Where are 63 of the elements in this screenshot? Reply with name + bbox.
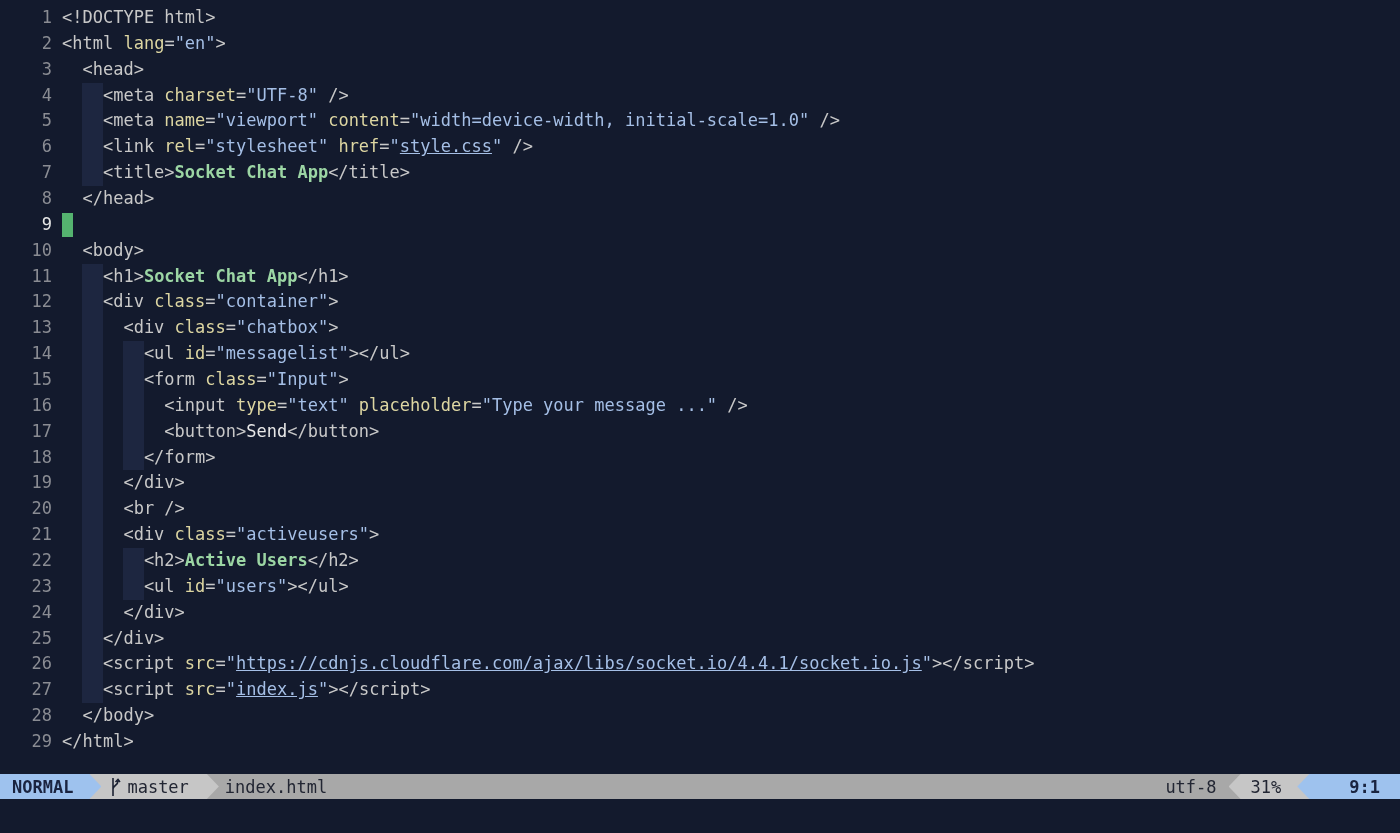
line-number: 15 bbox=[30, 368, 52, 392]
line-number: 16 bbox=[30, 393, 52, 417]
code-line: <ul id="users"></ul> bbox=[62, 573, 349, 600]
line-number: 13 bbox=[30, 316, 52, 340]
line-number: 6 bbox=[40, 135, 52, 159]
code-line: <title>Socket Chat App</title> bbox=[62, 160, 410, 186]
line-number: 22 bbox=[30, 549, 52, 573]
code-line: <h1>Socket Chat App</h1> bbox=[62, 263, 349, 290]
line-number: 24 bbox=[30, 600, 52, 624]
code-line: <h2>Active Users</h2> bbox=[62, 548, 359, 574]
line-number: 10 bbox=[30, 238, 52, 262]
line-number: 11 bbox=[30, 264, 52, 288]
line-number: 14 bbox=[30, 342, 52, 366]
code-line: </div> bbox=[62, 625, 165, 652]
code-line: </body> bbox=[81, 704, 155, 728]
code-line: <head> bbox=[81, 57, 144, 81]
mode-indicator: NORMAL bbox=[0, 774, 102, 799]
code-line: <div class="chatbox"> bbox=[62, 315, 339, 342]
code-line: </head> bbox=[81, 187, 155, 210]
line-number: 20 bbox=[30, 497, 52, 521]
code-line: <script src="https://cdnjs.cloudflare.com/ajax/libs/socket.io/4.4.1/socket.io.js"></script> bbox=[62, 651, 1035, 678]
line-number: 26 bbox=[30, 652, 52, 676]
line-number: 8 bbox=[40, 187, 52, 210]
code-line: </div> bbox=[62, 470, 185, 497]
line-number: 18 bbox=[30, 445, 52, 469]
code-line: <meta charset="UTF-8" /> bbox=[62, 82, 349, 109]
line-number: 17 bbox=[30, 419, 52, 443]
line-number: 7 bbox=[40, 161, 52, 185]
code-line: <div class="container"> bbox=[62, 289, 339, 316]
code-line: <div class="activeusers"> bbox=[62, 522, 380, 549]
file-encoding: utf-8 bbox=[1165, 775, 1218, 799]
line-number: 27 bbox=[30, 678, 52, 702]
code-line: <input type="text" placeholder="Type your message ..." /> bbox=[62, 392, 748, 419]
code-line: <link rel="stylesheet" href="style.css" /> bbox=[62, 134, 533, 161]
file-name: index.html bbox=[223, 775, 328, 799]
line-number: 19 bbox=[30, 471, 52, 495]
line-number: 25 bbox=[30, 626, 52, 650]
cursor-position: 9:1 bbox=[1297, 774, 1400, 799]
code-line: <br /> bbox=[62, 496, 185, 523]
line-number: 2 bbox=[40, 31, 52, 55]
line-number: 9 bbox=[40, 212, 52, 236]
code-line: </div> bbox=[62, 599, 185, 626]
line-number: 21 bbox=[30, 523, 52, 547]
branch-name: master bbox=[127, 776, 189, 797]
code-line: <button>Send</button> bbox=[62, 418, 380, 445]
line-number: 4 bbox=[40, 83, 52, 107]
line-number: 1 bbox=[40, 6, 52, 29]
code-line: </html> bbox=[62, 730, 134, 754]
line-number: 3 bbox=[40, 57, 52, 81]
code-line: <html lang="en"> bbox=[62, 31, 226, 55]
code-line: <body> bbox=[81, 238, 144, 262]
branch-icon bbox=[109, 776, 122, 797]
code-line: <meta name="viewport" content="width=device-width, initial-scale=1.0" /> bbox=[62, 108, 840, 135]
code-line: <form class="Input"> bbox=[62, 367, 349, 393]
code-line: </form> bbox=[62, 444, 216, 471]
code-line: <!DOCTYPE html> bbox=[62, 6, 216, 29]
line-number: 23 bbox=[30, 574, 52, 598]
line-number: 5 bbox=[40, 109, 52, 133]
line-number: 28 bbox=[30, 704, 52, 728]
code-line: <ul id="messagelist"></ul> bbox=[62, 341, 411, 368]
code-line: <script src="index.js"></script> bbox=[62, 677, 431, 704]
line-number: 12 bbox=[30, 290, 52, 314]
line-number: 29 bbox=[30, 730, 52, 754]
